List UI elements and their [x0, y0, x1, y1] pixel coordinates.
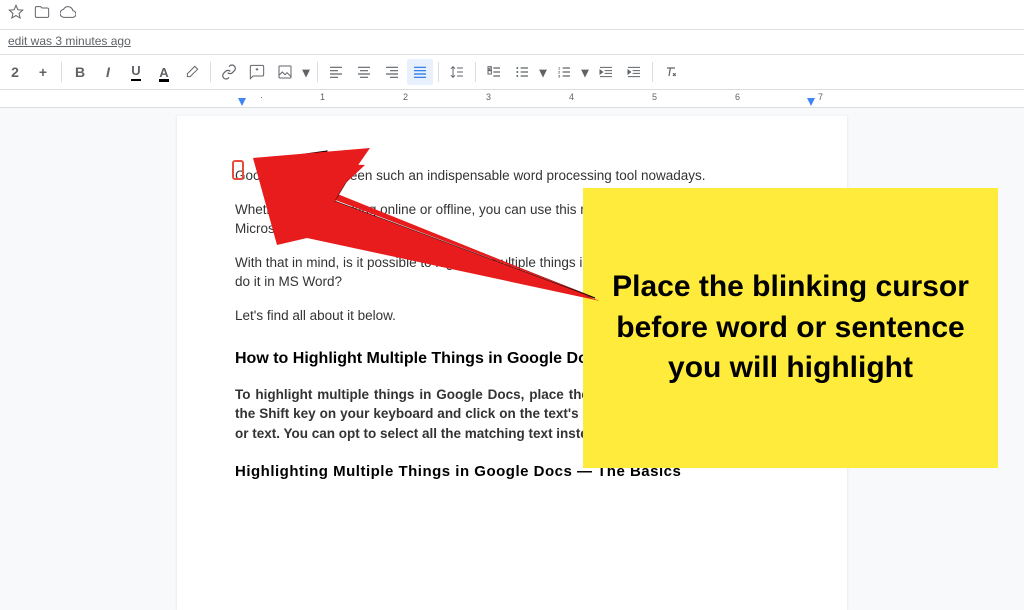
- cloud-icon[interactable]: [60, 4, 76, 25]
- clear-formatting[interactable]: [658, 59, 684, 85]
- formatting-toolbar: 2 + B I U A ▾ ▾ 123 ▾: [0, 55, 1024, 90]
- ruler-mark: 7: [818, 92, 823, 102]
- bulleted-list[interactable]: [509, 59, 535, 85]
- bold-button[interactable]: B: [67, 59, 93, 85]
- ruler-mark: 4: [569, 92, 574, 102]
- right-indent-marker[interactable]: [807, 98, 815, 106]
- align-justify[interactable]: [407, 59, 433, 85]
- title-bar: [0, 0, 1024, 30]
- align-left[interactable]: [323, 59, 349, 85]
- dropdown-icon[interactable]: ▾: [579, 59, 591, 85]
- size-increase[interactable]: +: [30, 59, 56, 85]
- ruler-mark: 3: [486, 92, 491, 102]
- doc-paragraph: Google Docs has been such an indispensab…: [235, 166, 789, 186]
- left-indent-marker[interactable]: [238, 98, 246, 106]
- ruler-mark: 5: [652, 92, 657, 102]
- ruler-mark: 1: [320, 92, 325, 102]
- align-right[interactable]: [379, 59, 405, 85]
- dropdown-icon[interactable]: ▾: [300, 59, 312, 85]
- increase-indent[interactable]: [621, 59, 647, 85]
- font-size[interactable]: 2: [2, 59, 28, 85]
- instruction-callout: Place the blinking cursor before word or…: [583, 188, 998, 468]
- star-icon[interactable]: [8, 4, 24, 25]
- underline-button[interactable]: U: [123, 59, 149, 85]
- numbered-list[interactable]: 123: [551, 59, 577, 85]
- checklist[interactable]: [481, 59, 507, 85]
- cursor-highlight-box: [232, 160, 244, 180]
- text-color-button[interactable]: A: [151, 59, 177, 85]
- ruler-mark: 6: [735, 92, 740, 102]
- image-button[interactable]: [272, 59, 298, 85]
- link-button[interactable]: [216, 59, 242, 85]
- italic-button[interactable]: I: [95, 59, 121, 85]
- ruler: · 1 2 3 4 5 6 7: [0, 90, 1024, 108]
- move-icon[interactable]: [34, 4, 50, 25]
- comment-button[interactable]: [244, 59, 270, 85]
- dropdown-icon[interactable]: ▾: [537, 59, 549, 85]
- align-center[interactable]: [351, 59, 377, 85]
- highlight-button[interactable]: [179, 59, 205, 85]
- ruler-mark: ·: [260, 92, 263, 102]
- line-spacing[interactable]: [444, 59, 470, 85]
- ruler-mark: 2: [403, 92, 408, 102]
- decrease-indent[interactable]: [593, 59, 619, 85]
- last-edit-info[interactable]: edit was 3 minutes ago: [8, 34, 131, 48]
- svg-text:3: 3: [558, 73, 561, 78]
